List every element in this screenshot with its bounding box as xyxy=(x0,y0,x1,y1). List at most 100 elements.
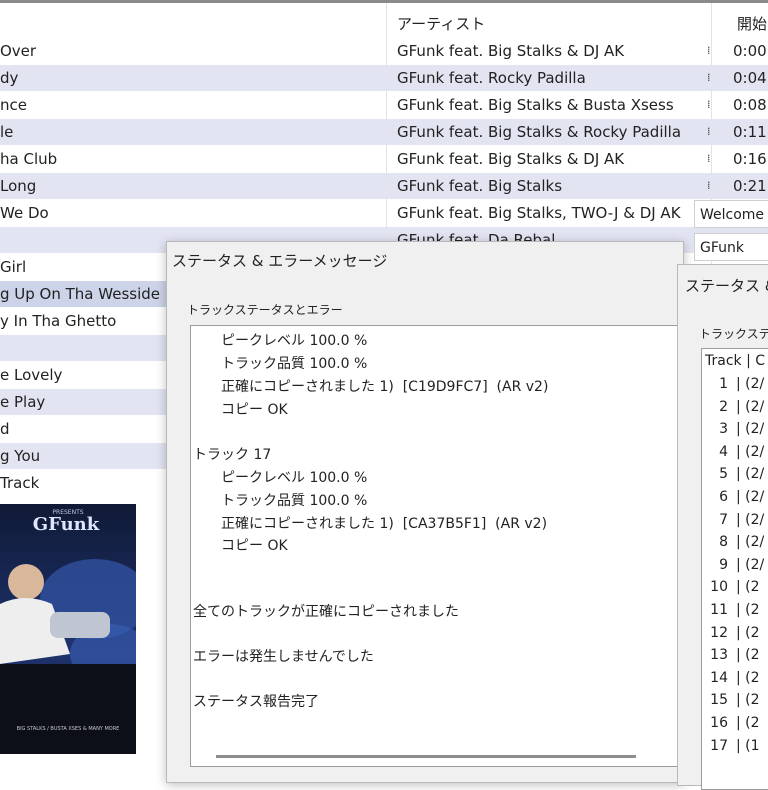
album-field[interactable]: Welcome xyxy=(694,200,768,228)
track-title: e Lovely xyxy=(0,366,63,384)
track-start: 0:21: xyxy=(733,177,768,195)
track-status-value: | (2 xyxy=(736,692,760,709)
track-status-value: | (1 xyxy=(736,737,760,754)
track-artist: GFunk feat. Big Stalks xyxy=(397,177,563,195)
track-number: 5 xyxy=(719,466,728,483)
status-error-dialog: ステータス & エラーメッセージ トラックステータスとエラー ピークレベル 10… xyxy=(166,241,684,783)
track-artist: GFunk feat. Big Stalks & Busta Xsess xyxy=(397,96,674,114)
track-number: 11 xyxy=(710,602,728,618)
track-start: 0:08: xyxy=(733,96,768,114)
track-start: 0:16: xyxy=(733,150,768,168)
status-text-area[interactable]: ピークレベル 100.0 % トラック品質 100.0 % 正確にコピーされまし… xyxy=(190,325,683,767)
track-row[interactable]: dy GFunk feat. Rocky Padilla ⁞ 0:04: xyxy=(0,65,768,91)
track-title: g You xyxy=(0,447,41,465)
track-title: g Up On Tha Wesside xyxy=(0,285,160,303)
status-line: ステータス報告完了 xyxy=(193,694,319,710)
track-number: 10 xyxy=(710,579,728,596)
track-title: Track xyxy=(0,474,40,492)
track-title: y In Tha Ghetto xyxy=(0,312,117,330)
track-number: 9 xyxy=(719,556,728,573)
track-title: nce xyxy=(0,96,27,114)
track-status-value: | (2/ xyxy=(736,398,765,415)
track-number: 13 xyxy=(710,647,728,664)
dialog-title: ステータス & エ xyxy=(685,277,768,295)
track-number: 2 xyxy=(719,398,728,415)
track-number: 4 xyxy=(719,443,728,460)
track-row[interactable]: le GFunk feat. Big Stalks & Rocky Padill… xyxy=(0,119,768,145)
track-status-value: | (2 xyxy=(736,602,760,618)
status-line: トラック品質 100.0 % xyxy=(221,493,368,509)
track-row[interactable]: We Do GFunk feat. Big Stalks, TWO-J & DJ… xyxy=(0,200,768,226)
track-title: Over xyxy=(0,42,37,60)
horizontal-scrollbar[interactable] xyxy=(216,755,636,758)
track-marker: ⁞ xyxy=(707,44,711,57)
track-start: 0:00: xyxy=(733,42,768,60)
artist-field[interactable]: GFunk xyxy=(694,233,768,261)
track-status-value: | (2/ xyxy=(736,376,765,392)
column-header-row: アーティスト 開始 xyxy=(0,0,768,41)
column-header-artist[interactable]: アーティスト xyxy=(397,13,485,34)
status-line: トラック 17 xyxy=(193,447,272,463)
track-status-value: | (2 xyxy=(736,715,760,731)
column-header-start[interactable]: 開始 xyxy=(737,13,767,34)
track-status-value: | (2 xyxy=(736,624,760,641)
status-line: エラーは発生しませんでした xyxy=(193,649,374,665)
track-title: ha Club xyxy=(0,150,58,168)
track-start: 0:11: xyxy=(733,123,768,141)
track-status-value: | (2/ xyxy=(736,466,765,483)
second-status-dialog: ステータス & エ トラックステー Track | C 1 | (2/2 | (2/… xyxy=(677,264,768,790)
status-line: トラック品質 100.0 % xyxy=(221,356,368,372)
track-artist: GFunk feat. Big Stalks & DJ AK xyxy=(397,42,625,60)
track-row[interactable]: Over GFunk feat. Big Stalks & DJ AK ⁞ 0:… xyxy=(0,38,768,64)
status-line: 全てのトラックが正確にコピーされました xyxy=(193,604,459,620)
track-title: We Do xyxy=(0,204,49,222)
status-line: コピー OK xyxy=(221,538,288,554)
status-line: 正確にコピーされました 1) [C19D9FC7] (AR v2) xyxy=(221,379,549,395)
track-status-value: | (2/ xyxy=(736,489,765,505)
track-number: 1 xyxy=(719,376,728,392)
track-number: 17 xyxy=(710,737,728,754)
track-start: 0:04: xyxy=(733,69,768,87)
track-artist: GFunk feat. Big Stalks & DJ AK xyxy=(397,150,625,168)
dialog-title: ステータス & エラーメッセージ xyxy=(172,252,388,270)
album-cover-art: GFunk PRESENTS BIG STALKS / BUSTA XSES &… xyxy=(0,504,136,754)
track-row[interactable]: nce GFunk feat. Big Stalks & Busta Xsess… xyxy=(0,92,768,118)
status-line: ピークレベル 100.0 % xyxy=(221,470,368,486)
track-status-value: | (2/ xyxy=(736,511,765,528)
track-row[interactable]: Long GFunk feat. Big Stalks ⁞ 0:21: xyxy=(0,173,768,199)
track-marker: ⁞ xyxy=(707,125,711,138)
cover-credits: BIG STALKS / BUSTA XSES & MANY MORE xyxy=(17,726,120,732)
track-row[interactable]: ha Club GFunk feat. Big Stalks & DJ AK ⁞… xyxy=(0,146,768,172)
track-title: le xyxy=(0,123,14,141)
track-marker: ⁞ xyxy=(707,71,711,84)
track-marker: ⁞ xyxy=(707,98,711,111)
track-status-value: | (2/ xyxy=(736,443,765,460)
track-number: 15 xyxy=(710,692,728,709)
track-title: Long xyxy=(0,177,37,195)
track-number: 12 xyxy=(710,624,728,641)
status-label: トラックステー xyxy=(699,327,768,341)
track-status-value: | (2 xyxy=(736,579,760,596)
track-status-value: | (2 xyxy=(736,669,760,686)
track-number: 7 xyxy=(719,511,728,528)
track-title: dy xyxy=(0,69,19,87)
track-artist: GFunk feat. Rocky Padilla xyxy=(397,69,586,87)
track-number: 8 xyxy=(719,534,728,551)
cover-logo: GFunk xyxy=(33,514,100,535)
track-number: 3 xyxy=(719,421,728,438)
track-artist: GFunk feat. Big Stalks & Rocky Padilla xyxy=(397,123,682,141)
cover-brand: PRESENTS xyxy=(52,509,83,516)
track-artist: GFunk feat. Big Stalks, TWO-J & DJ AK xyxy=(397,204,681,222)
track-status-value: | (2 xyxy=(736,647,760,664)
track-status-value: | (2/ xyxy=(736,421,765,438)
track-number: 14 xyxy=(710,669,728,686)
track-status-table[interactable]: Track | C 1 | (2/2 | (2/3 | (2/4 | (2/5 | (2/… xyxy=(701,348,768,790)
track-title: e Play xyxy=(0,393,46,411)
status-line: ピークレベル 100.0 % xyxy=(221,333,368,349)
status-line: 正確にコピーされました 1) [CA37B5F1] (AR v2) xyxy=(221,516,548,532)
track-title: d xyxy=(0,420,10,438)
track-status-value: | (2/ xyxy=(736,534,765,551)
track-status-value: | (2/ xyxy=(736,556,765,573)
status-label: トラックステータスとエラー xyxy=(187,303,343,317)
status-line: コピー OK xyxy=(221,402,288,418)
